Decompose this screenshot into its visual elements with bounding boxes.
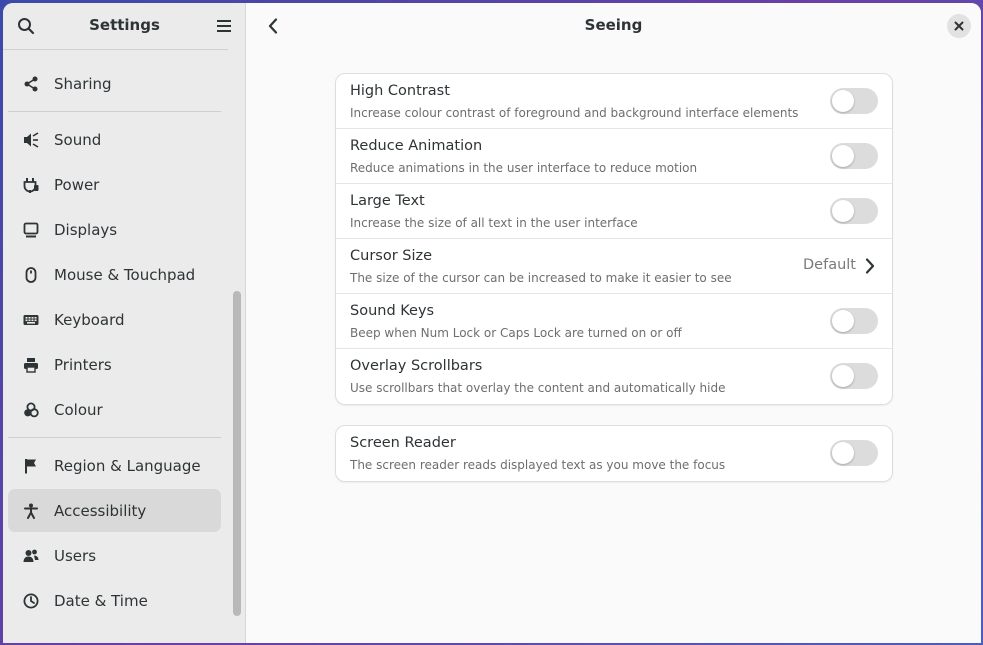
sidebar-item-printers[interactable]: Printers: [8, 343, 221, 386]
sidebar-item-sharing[interactable]: Sharing: [8, 62, 221, 105]
printer-icon: [22, 356, 40, 374]
sidebar-item-accessibility[interactable]: Accessibility: [8, 489, 221, 532]
sound-keys-switch[interactable]: [830, 308, 878, 334]
row-title: Sound Keys: [350, 303, 435, 319]
sidebar-scrollbar[interactable]: [233, 291, 241, 616]
settings-window: Settings Sharing Sound Power Displays Mo…: [3, 3, 981, 643]
reduce-animation-switch[interactable]: [830, 143, 878, 169]
sidebar-item-displays[interactable]: Displays: [8, 208, 221, 251]
sidebar-item-label: Date & Time: [54, 591, 148, 610]
row-title: Overlay Scrollbars: [350, 358, 483, 374]
row-title: Reduce Animation: [350, 138, 483, 154]
switch-knob: [832, 442, 854, 464]
high-contrast-switch[interactable]: [830, 88, 878, 114]
row-subtitle: Use scrollbars that overlay the content …: [350, 381, 726, 395]
chevron-right-icon: [862, 257, 878, 275]
sidebar-item-region-language[interactable]: Region & Language: [8, 444, 221, 487]
overlay-scrollbars-switch[interactable]: [830, 363, 878, 389]
page-title: Seeing: [584, 16, 643, 34]
sidebar-item-label: Colour: [54, 400, 103, 419]
sidebar-item-label: Region & Language: [54, 456, 201, 475]
row-subtitle: Beep when Num Lock or Caps Lock are turn…: [350, 326, 682, 340]
screen-reader-switch[interactable]: [830, 440, 878, 466]
sidebar: Settings Sharing Sound Power Displays Mo…: [3, 3, 246, 643]
power-plug-icon: [22, 176, 40, 194]
main-panel: Seeing High Contrast Increase colour con…: [246, 3, 981, 643]
reduce-animation-row[interactable]: Reduce Animation Reduce animations in th…: [336, 129, 892, 184]
sidebar-item-label: Printers: [54, 355, 112, 374]
cursor-size-value: Default: [803, 257, 856, 273]
seeing-options-group: High Contrast Increase colour contrast o…: [335, 73, 893, 405]
large-text-switch[interactable]: [830, 198, 878, 224]
speaker-icon: [22, 131, 40, 149]
screen-reader-group: Screen Reader The screen reader reads di…: [335, 425, 893, 482]
main-header: Seeing: [246, 3, 981, 50]
row-title: Large Text: [350, 193, 425, 209]
share-icon: [22, 75, 40, 93]
switch-knob: [832, 90, 854, 112]
switch-knob: [832, 145, 854, 167]
sidebar-item-label: Sharing: [54, 74, 112, 93]
sidebar-item-power[interactable]: Power: [8, 163, 221, 206]
sound-keys-row[interactable]: Sound Keys Beep when Num Lock or Caps Lo…: [336, 294, 892, 349]
sidebar-item-keyboard[interactable]: Keyboard: [8, 298, 221, 341]
close-button[interactable]: [947, 14, 971, 38]
switch-knob: [832, 365, 854, 387]
sidebar-item-users[interactable]: Users: [8, 534, 221, 577]
accessibility-icon: [22, 502, 40, 520]
cursor-size-row[interactable]: Cursor Size The size of the cursor can b…: [336, 239, 892, 294]
sidebar-item-label: Users: [54, 546, 97, 565]
sidebar-item-label: Mouse & Touchpad: [54, 265, 196, 284]
flag-icon: [22, 457, 40, 475]
row-subtitle: Reduce animations in the user interface …: [350, 161, 698, 175]
close-icon: [954, 21, 964, 31]
row-subtitle: The screen reader reads displayed text a…: [350, 458, 726, 472]
display-icon: [22, 221, 40, 239]
row-subtitle: Increase the size of all text in the use…: [350, 216, 638, 230]
sidebar-item-label: Power: [54, 175, 100, 194]
sidebar-header-divider: [3, 49, 228, 50]
sidebar-item-label: Keyboard: [54, 310, 125, 329]
sidebar-list: Sharing Sound Power Displays Mouse & Tou…: [8, 62, 221, 624]
row-title: Cursor Size: [350, 248, 433, 264]
sidebar-item-mouse-touchpad[interactable]: Mouse & Touchpad: [8, 253, 221, 296]
sidebar-separator: [8, 111, 221, 112]
sidebar-separator: [8, 437, 221, 438]
overlay-scrollbars-row[interactable]: Overlay Scrollbars Use scrollbars that o…: [336, 349, 892, 404]
sidebar-item-label: Displays: [54, 220, 118, 239]
sidebar-header: Settings: [3, 3, 246, 50]
clock-icon: [22, 592, 40, 610]
main-menu-button[interactable]: [209, 11, 239, 41]
colour-icon: [22, 401, 40, 419]
sidebar-item-colour[interactable]: Colour: [8, 388, 221, 431]
sidebar-item-sound[interactable]: Sound: [8, 118, 221, 161]
sidebar-item-label: Accessibility: [54, 501, 147, 520]
row-subtitle: The size of the cursor can be increased …: [350, 271, 732, 285]
high-contrast-row[interactable]: High Contrast Increase colour contrast o…: [336, 74, 892, 129]
row-title: High Contrast: [350, 83, 450, 99]
row-subtitle: Increase colour contrast of foreground a…: [350, 106, 799, 120]
switch-knob: [832, 310, 854, 332]
hamburger-menu-icon: [217, 20, 231, 32]
screen-reader-row[interactable]: Screen Reader The screen reader reads di…: [336, 426, 892, 481]
mouse-icon: [22, 266, 40, 284]
keyboard-icon: [22, 311, 40, 329]
sidebar-item-label: Sound: [54, 130, 102, 149]
users-icon: [22, 547, 40, 565]
sidebar-item-date-time[interactable]: Date & Time: [8, 579, 221, 622]
switch-knob: [832, 200, 854, 222]
large-text-row[interactable]: Large Text Increase the size of all text…: [336, 184, 892, 239]
row-title: Screen Reader: [350, 435, 456, 451]
